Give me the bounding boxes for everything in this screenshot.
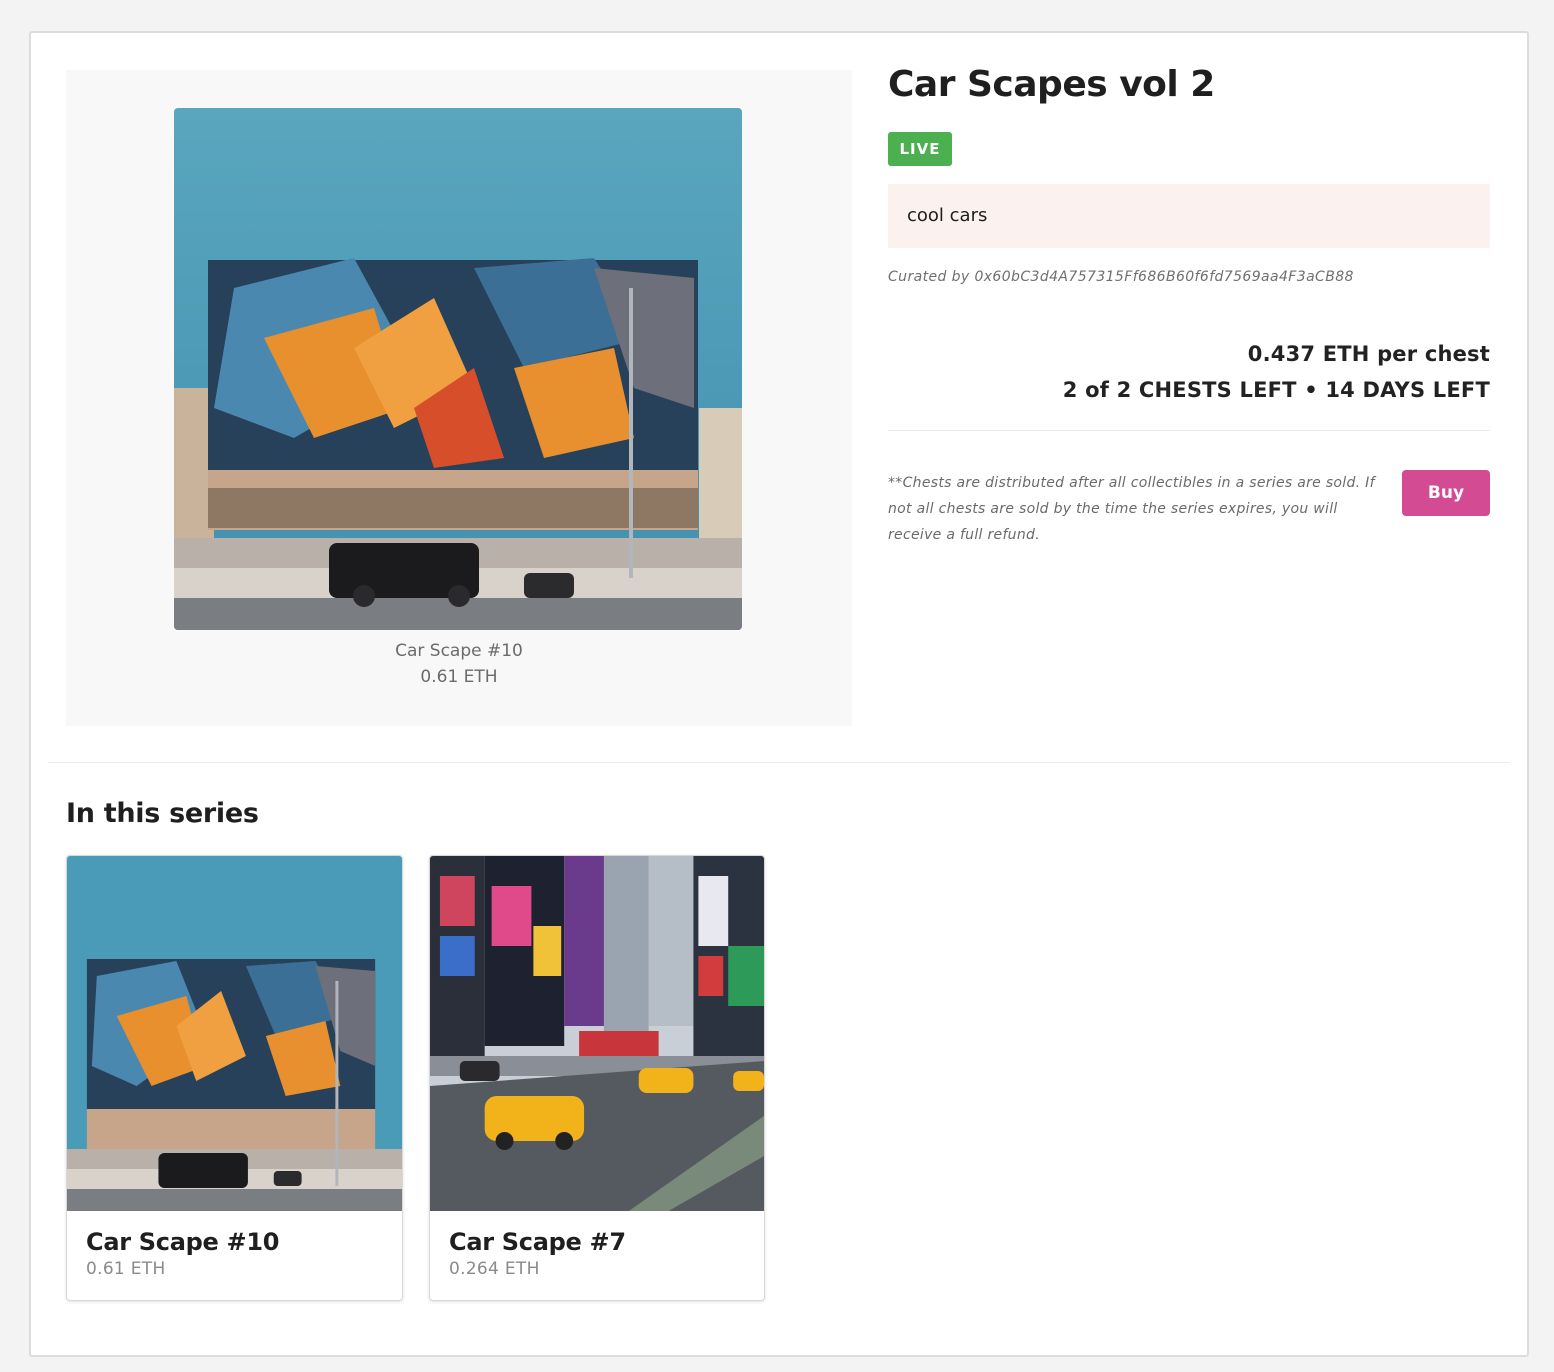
collectible-name: Car Scape #7 — [449, 1228, 626, 1256]
collectible-name: Car Scape #10 — [86, 1228, 280, 1256]
pricing-summary: 0.437 ETH per chest 2 of 2 CHESTS LEFT •… — [1063, 336, 1490, 408]
collectible-thumbnail — [430, 856, 764, 1211]
price-per-chest: 0.437 ETH per chest — [1247, 342, 1490, 366]
status-badge: LIVE — [888, 132, 952, 166]
featured-artwork-image[interactable] — [174, 108, 742, 630]
featured-price: 0.61 ETH — [420, 667, 498, 687]
divider — [888, 430, 1490, 431]
series-section-heading: In this series — [66, 798, 259, 829]
collectible-price: 0.61 ETH — [86, 1259, 166, 1279]
curator-address: Curated by 0x60bC3d4A757315Ff686B60f6fd7… — [888, 269, 1354, 285]
collectible-price: 0.264 ETH — [449, 1259, 540, 1279]
series-title: Car Scapes vol 2 — [888, 64, 1215, 105]
series-description: cool cars — [888, 184, 1490, 248]
distribution-disclaimer: **Chests are distributed after all colle… — [888, 475, 1375, 543]
chests-availability: 2 of 2 CHESTS LEFT • 14 DAYS LEFT — [1062, 378, 1490, 402]
section-divider — [48, 762, 1510, 763]
collectible-thumbnail — [67, 856, 402, 1211]
featured-name: Car Scape #10 — [395, 641, 523, 661]
featured-caption: Car Scape #10 0.61 ETH — [66, 638, 852, 690]
collectible-card[interactable]: Car Scape #10 0.61 ETH — [66, 855, 403, 1301]
buy-button[interactable]: Buy — [1402, 470, 1490, 516]
collectible-card[interactable]: Car Scape #7 0.264 ETH — [429, 855, 765, 1301]
